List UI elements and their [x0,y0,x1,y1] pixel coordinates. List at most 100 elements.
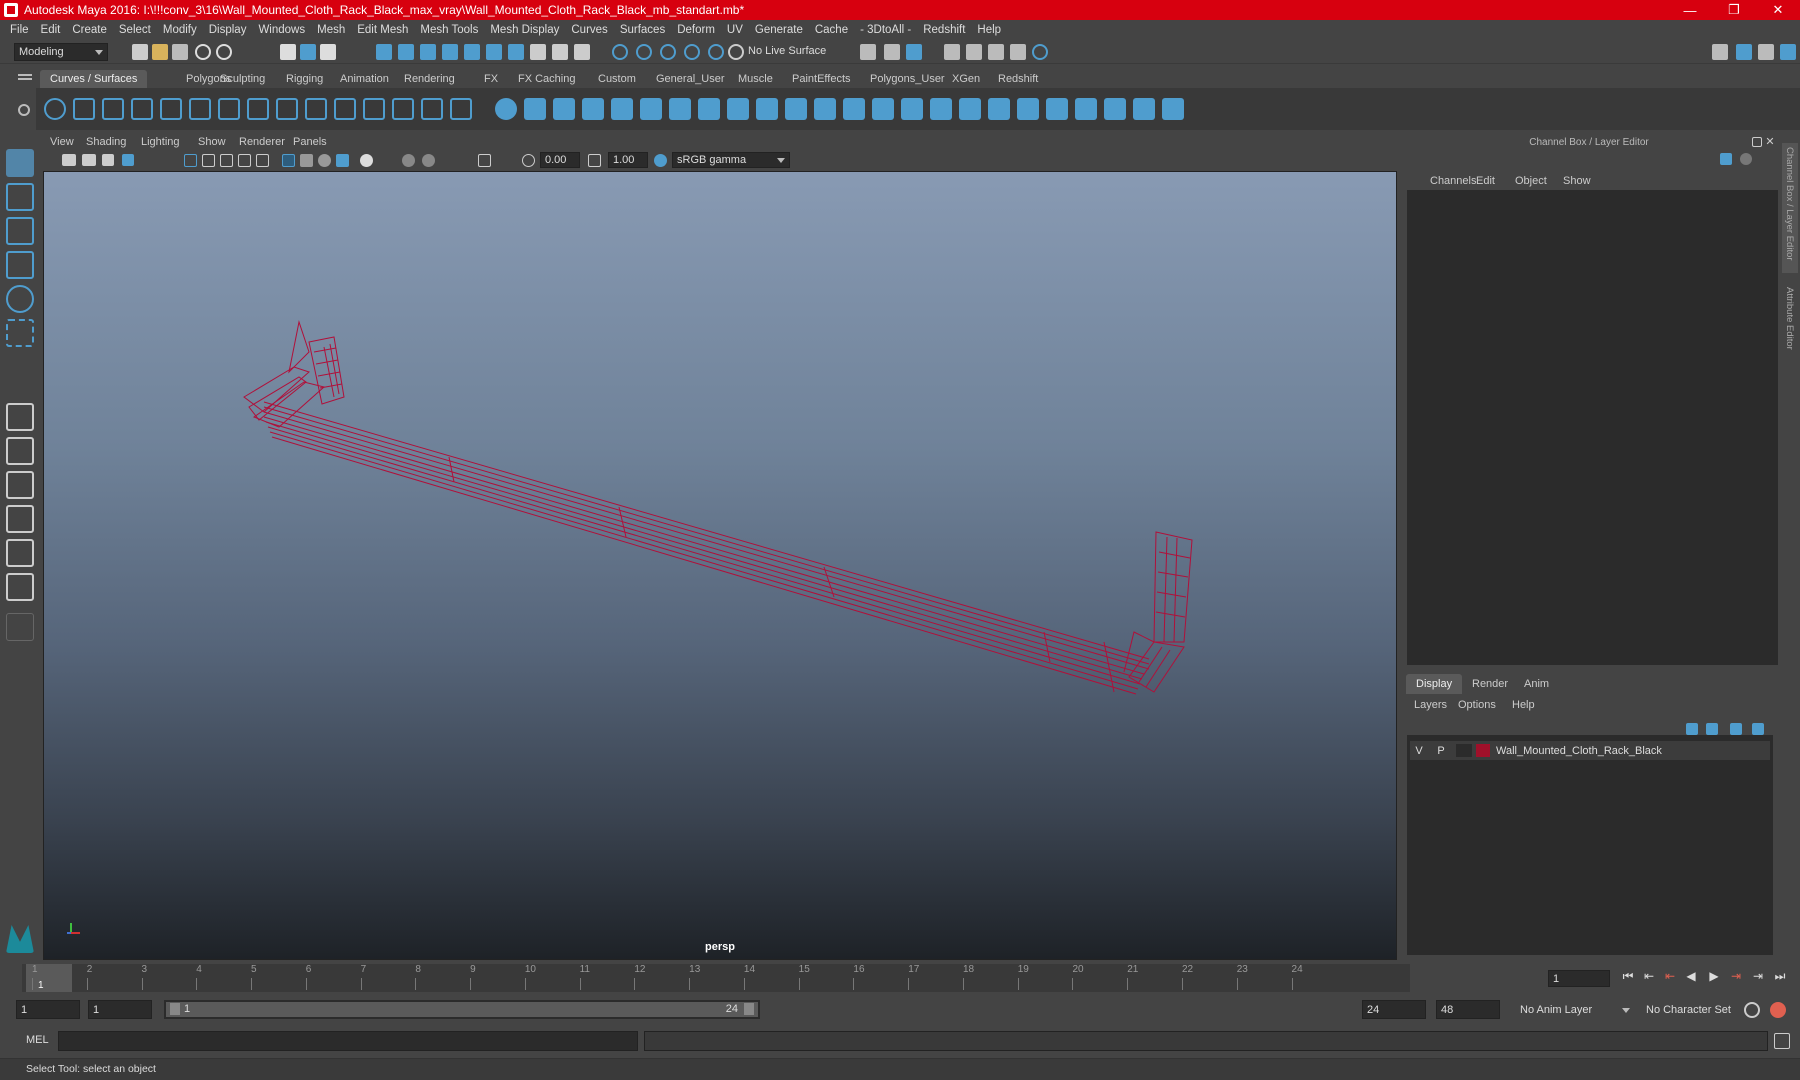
cv-curve-icon[interactable] [160,98,182,120]
three-point-arc-icon[interactable] [305,98,327,120]
step-back-key-icon[interactable]: ⇤ [1641,968,1657,984]
attach-surface-icon[interactable] [988,98,1010,120]
shelf-tab-fx[interactable]: FX [474,70,508,88]
persp-graph-layout-icon[interactable] [6,505,34,533]
hypershade-layout-icon[interactable] [6,573,34,601]
layer-name[interactable]: Wall_Mounted_Cloth_Rack_Black [1496,745,1662,757]
menu-mesh-display[interactable]: Mesh Display [484,24,565,36]
shadows-icon[interactable] [402,154,415,167]
sculpt-geometry-icon[interactable] [1133,98,1155,120]
channel-box-icon-2[interactable] [1740,153,1752,165]
menu-mesh[interactable]: Mesh [311,24,351,36]
viewport-menu-shading[interactable]: Shading [86,136,126,148]
single-perspective-layout-icon[interactable] [6,403,34,431]
shelf-settings-gear-icon[interactable] [18,104,30,116]
menu-mesh-tools[interactable]: Mesh Tools [414,24,484,36]
select-joints-icon[interactable] [398,44,414,60]
save-scene-icon[interactable] [172,44,188,60]
menu-cache[interactable]: Cache [809,24,854,36]
menu-edit[interactable]: Edit [35,24,67,36]
layout-options-icon[interactable] [6,613,34,641]
select-by-component-icon[interactable] [320,44,336,60]
camera-select-icon[interactable] [62,154,76,166]
highlight-selection-icon[interactable] [574,44,590,60]
snap-grid-icon[interactable] [612,44,628,60]
ambient-occlusion-icon[interactable] [422,154,435,167]
nurbs-circle-icon[interactable] [44,98,66,120]
pencil-curve-icon[interactable] [131,98,153,120]
bookmark-icon[interactable] [102,154,114,166]
select-deformations-icon[interactable] [464,44,480,60]
curve-tool-icon[interactable] [218,98,240,120]
shelf-tab-animation[interactable]: Animation [330,70,399,88]
nurbs-cube-icon[interactable] [524,98,546,120]
open-scene-icon[interactable] [152,44,168,60]
detach-surface-icon[interactable] [1017,98,1039,120]
shelf-tab-redshift[interactable]: Redshift [988,70,1048,88]
animation-preferences-icon[interactable] [1770,1002,1786,1018]
move-layer-up-icon[interactable] [1686,723,1698,735]
insert-knot-icon[interactable] [392,98,414,120]
time-slider-track[interactable]: 1 1 2 3 4 5 6 7 8 9 10 11 12 13 14 15 16 17 18 19 20 21 22 23 2… [22,964,1410,992]
current-frame-field[interactable]: 1 [1548,970,1610,987]
exposure-field[interactable]: 0.00 [540,152,580,168]
bevel-icon[interactable] [872,98,894,120]
channel-box-icon-1[interactable] [1720,153,1732,165]
lasso-tool-icon[interactable] [6,183,34,211]
cloth-rack-wireframe[interactable] [44,172,1397,960]
shelf-tab-general-user[interactable]: General_User [646,70,734,88]
channel-box-area[interactable] [1407,190,1778,665]
script-editor-icon[interactable] [1774,1033,1790,1049]
layer-tab-display[interactable]: Display [1406,674,1463,694]
menu-help[interactable]: Help [971,24,1007,36]
new-layer-icon[interactable] [1730,723,1742,735]
new-layer-selected-icon[interactable] [1752,723,1764,735]
layer-row[interactable]: V P Wall_Mounted_Cloth_Rack_Black [1410,741,1770,760]
menu-windows[interactable]: Windows [252,24,311,36]
move-tool-icon[interactable] [6,251,34,279]
minimize-button[interactable]: — [1668,0,1712,20]
go-to-start-icon[interactable]: ⏮ [1620,968,1636,984]
menu-file[interactable]: File [4,24,35,36]
menu-curves[interactable]: Curves [565,24,613,36]
play-forward-icon[interactable]: ▶ [1706,968,1722,984]
menu-edit-mesh[interactable]: Edit Mesh [351,24,414,36]
render-view-icon[interactable] [988,44,1004,60]
step-forward-frame-icon[interactable]: ⇥ [1728,968,1744,984]
menu-uv[interactable]: UV [721,24,749,36]
gamma-icon[interactable] [588,154,601,167]
select-curves-icon[interactable] [420,44,436,60]
shelf-scroll-icon[interactable] [1784,93,1794,123]
menu-display[interactable]: Display [203,24,253,36]
persp-graph-outliner-layout-icon[interactable] [6,539,34,567]
shelf-tab-polygons-user[interactable]: Polygons_User [860,70,955,88]
nurbs-cylinder-icon[interactable] [553,98,575,120]
exposure-icon[interactable] [522,154,535,167]
four-view-layout-icon[interactable] [6,437,34,465]
time-slider[interactable]: 1 1 2 3 4 5 6 7 8 9 10 11 12 13 14 15 16 17 18 19 20 21 22 23 2… [0,962,1800,994]
menu-surfaces[interactable]: Surfaces [614,24,671,36]
viewport-menu-panels[interactable]: Panels [293,136,327,148]
step-forward-key-icon[interactable]: ⇥ [1750,968,1766,984]
restore-button[interactable]: ❐ [1712,0,1756,20]
colorspace-dropdown[interactable]: sRGB gamma [672,152,790,168]
viewport-menu-renderer[interactable]: Renderer [239,136,285,148]
menu-redshift[interactable]: Redshift [917,24,971,36]
range-slider-handle[interactable]: 1 24 [166,1002,758,1017]
side-tab-channel-box[interactable]: Channel Box / Layer Editor [1782,143,1798,273]
character-set-dropdown[interactable]: No Character Set [1642,1000,1752,1019]
go-to-end-icon[interactable]: ⏭ [1772,968,1788,984]
menu-select[interactable]: Select [113,24,157,36]
anim-layer-dropdown[interactable]: No Anim Layer [1516,1000,1634,1019]
toggle-attribute-editor-icon[interactable] [1758,44,1774,60]
field-chart-icon[interactable] [256,154,269,167]
paint-select-tool-icon[interactable] [6,217,34,245]
nurbs-sphere-icon[interactable] [495,98,517,120]
smooth-shading-icon[interactable] [300,154,313,167]
menu-generate[interactable]: Generate [749,24,809,36]
channel-box-menu-show[interactable]: Show [1563,175,1591,187]
nurbs-torus-icon[interactable] [640,98,662,120]
color-management-icon[interactable] [654,154,667,167]
sculpt-icon[interactable] [1032,44,1048,60]
nurbs-plane-icon[interactable] [611,98,633,120]
